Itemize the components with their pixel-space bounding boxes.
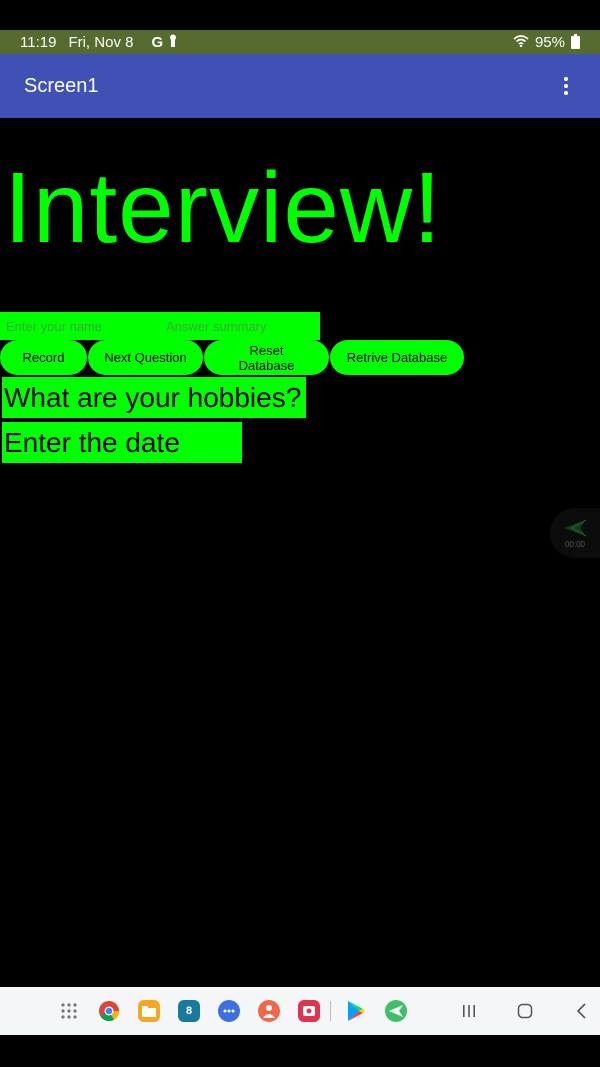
name-input[interactable] xyxy=(0,312,160,340)
top-strip xyxy=(0,0,600,30)
reset-database-button[interactable]: Reset Database xyxy=(204,340,329,375)
messages-icon[interactable] xyxy=(218,1000,240,1022)
calendar-icon[interactable]: 8 xyxy=(178,1000,200,1022)
send-app-icon[interactable] xyxy=(385,1000,407,1022)
app-bar: Screen1 xyxy=(0,54,600,118)
wifi-icon xyxy=(513,34,529,51)
chrome-icon[interactable] xyxy=(98,1000,120,1022)
battery-percent: 95% xyxy=(534,33,565,51)
app-title: Screen1 xyxy=(24,74,99,97)
status-right: 95% xyxy=(513,33,580,51)
status-date: Fri, Nov 8 xyxy=(68,33,134,51)
answer-summary-input[interactable] xyxy=(160,312,320,340)
apps-grid-icon[interactable] xyxy=(58,1000,80,1022)
headline: Interview! xyxy=(4,152,442,264)
status-time: 11:19 xyxy=(20,33,57,51)
send-arrow-icon xyxy=(562,518,588,538)
retrive-database-button[interactable]: Retrive Database xyxy=(330,340,464,375)
screen-recorder-icon[interactable] xyxy=(298,1000,320,1022)
record-button[interactable]: Record xyxy=(0,340,87,375)
recents-icon[interactable] xyxy=(457,999,481,1023)
battery-icon xyxy=(571,33,580,49)
bottom-strip xyxy=(0,1035,600,1067)
status-left: 11:19 Fri, Nov 8 G xyxy=(20,34,177,51)
floating-send-widget[interactable]: 00:00 xyxy=(550,508,600,558)
question-label: What are your hobbies? xyxy=(2,377,306,418)
date-label: Enter the date xyxy=(2,422,242,463)
files-icon[interactable] xyxy=(138,1000,160,1022)
overflow-dot xyxy=(564,91,568,95)
contacts-icon[interactable] xyxy=(258,1000,280,1022)
nav-divider xyxy=(330,1001,331,1021)
home-icon[interactable] xyxy=(513,999,537,1023)
google-notification-icon: G xyxy=(151,33,164,51)
next-question-button[interactable]: Next Question xyxy=(88,340,203,375)
play-store-icon[interactable] xyxy=(345,1000,367,1022)
inputs-row xyxy=(0,312,320,340)
status-bar: 11:19 Fri, Nov 8 G 95% xyxy=(0,30,600,54)
overflow-dot xyxy=(564,77,568,81)
keyhole-icon xyxy=(169,34,177,51)
calendar-day: 8 xyxy=(185,1005,193,1017)
buttons-row: Record Next Question Reset Database Retr… xyxy=(0,340,464,375)
navigation-bar: 8 xyxy=(0,987,600,1035)
overflow-menu-icon[interactable] xyxy=(556,74,576,98)
widget-time: 00:00 xyxy=(564,539,586,549)
main-content: Interview! Record Next Question Reset Da… xyxy=(0,118,600,987)
back-icon[interactable] xyxy=(569,999,593,1023)
notification-icons: G xyxy=(151,34,177,51)
overflow-dot xyxy=(564,84,568,88)
